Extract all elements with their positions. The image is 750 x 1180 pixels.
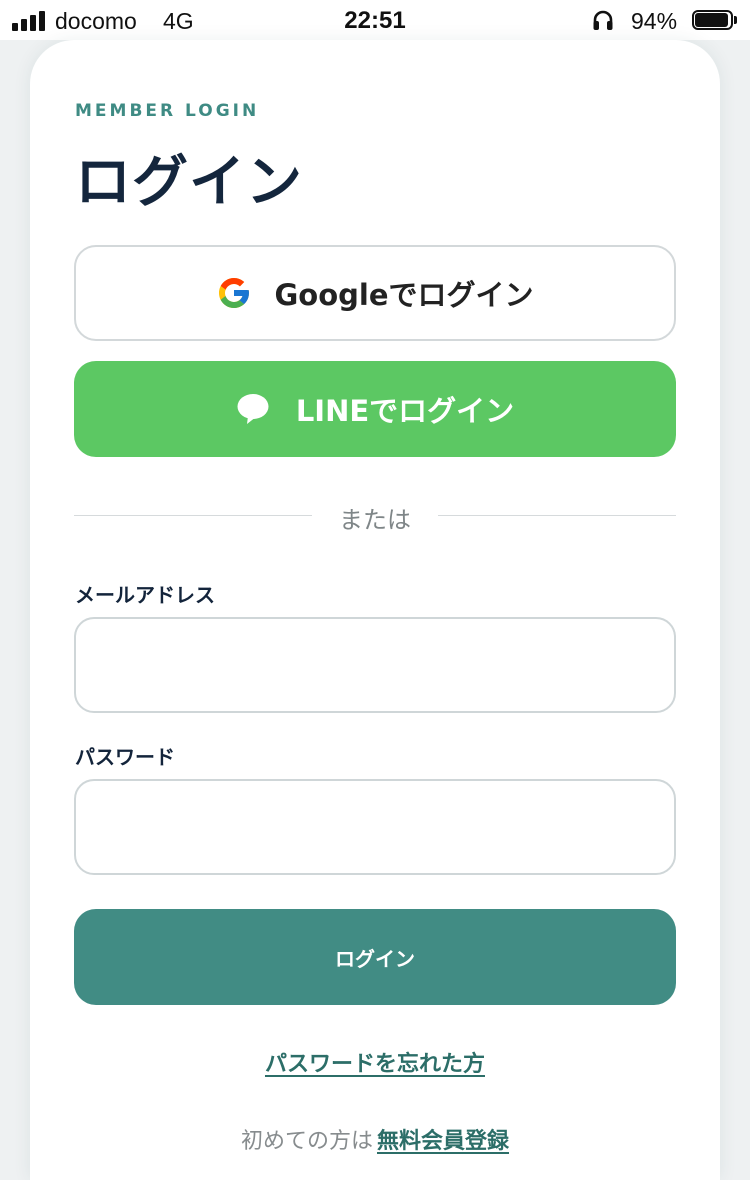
login-submit-button[interactable]: ログイン bbox=[74, 909, 676, 1005]
google-login-label: Googleでログイン bbox=[274, 278, 534, 312]
page-title: ログイン bbox=[75, 150, 303, 215]
speech-bubble-icon bbox=[237, 394, 269, 424]
signup-row: 初めての方は 無料会員登録 bbox=[30, 1123, 720, 1155]
signup-prompt: 初めての方は bbox=[240, 1129, 373, 1154]
signup-link[interactable]: 無料会員登録 bbox=[377, 1129, 509, 1154]
divider-line-left bbox=[74, 515, 312, 516]
email-field[interactable] bbox=[74, 617, 676, 713]
divider-text: または bbox=[339, 506, 411, 534]
line-login-label: LINEでログイン bbox=[295, 394, 515, 428]
status-bar: docomo 4G 22:51 94% bbox=[0, 0, 750, 40]
login-submit-label: ログイン bbox=[335, 946, 415, 971]
divider-line-right bbox=[438, 515, 676, 516]
battery-icon bbox=[692, 10, 738, 30]
forgot-password-link[interactable]: パスワードを忘れた方 bbox=[30, 1046, 720, 1078]
battery-percent: 94% bbox=[631, 8, 678, 34]
headphones-icon bbox=[593, 10, 613, 30]
email-label: メールアドレス bbox=[75, 583, 215, 607]
line-login-button[interactable]: LINEでログイン bbox=[74, 361, 676, 457]
login-card: MEMBER LOGIN ログイン Googleでログイン LINEでログイン … bbox=[30, 40, 720, 1180]
section-eyebrow: MEMBER LOGIN bbox=[75, 101, 260, 121]
password-label: パスワード bbox=[75, 745, 175, 769]
google-login-button[interactable]: Googleでログイン bbox=[74, 245, 676, 341]
password-field[interactable] bbox=[74, 779, 676, 875]
google-logo-icon bbox=[219, 278, 250, 308]
or-divider: または bbox=[74, 500, 676, 534]
